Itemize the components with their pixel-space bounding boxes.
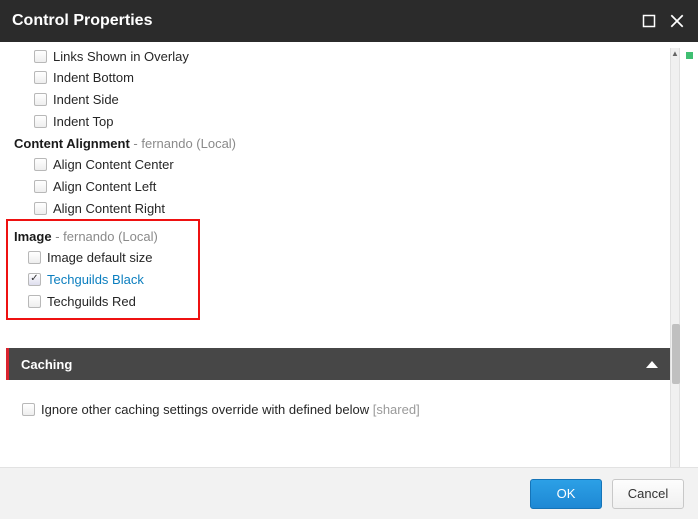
- image-option-row: Image default size: [8, 246, 198, 268]
- titlebar: Control Properties: [0, 0, 698, 42]
- checkbox[interactable]: [34, 202, 47, 215]
- content-alignment-option-row: Align Content Center: [6, 153, 670, 175]
- caching-header[interactable]: Caching: [6, 348, 670, 380]
- checkbox[interactable]: [22, 403, 35, 416]
- content-alignment-list: Align Content Center Align Content Left Al…: [6, 153, 670, 219]
- content-alignment-option-row: Align Content Left: [6, 175, 670, 197]
- caching-body: Ignore other caching settings override w…: [6, 380, 670, 460]
- scrollbar-vertical[interactable]: ▲ ▼: [670, 48, 680, 488]
- scroll-thumb[interactable]: [672, 324, 680, 384]
- chevron-up-icon: [646, 361, 658, 368]
- image-option-label: Techguilds Red: [47, 294, 136, 309]
- styling-option-label: Links Shown in Overlay: [53, 49, 189, 64]
- caching-title: Caching: [21, 357, 72, 372]
- caching-option-suffix: [shared]: [373, 402, 420, 417]
- styling-indent-group: Indent Bottom Indent Side Indent Top: [6, 66, 670, 132]
- scroll-pane: Links Shown in Overlay Indent BottomInde…: [6, 48, 670, 460]
- dialog-footer: OK Cancel: [0, 467, 698, 519]
- content-alignment-option-label: Align Content Center: [53, 157, 174, 172]
- checkbox[interactable]: [28, 251, 41, 264]
- styling-option-row: Indent Bottom: [6, 66, 670, 88]
- group-title: Image: [14, 229, 52, 244]
- content-alignment-option-label: Align Content Left: [53, 179, 156, 194]
- checkbox[interactable]: [34, 50, 47, 63]
- caching-option-label: Ignore other caching settings override w…: [41, 402, 420, 417]
- scroll-up-icon[interactable]: ▲: [670, 48, 680, 58]
- checkbox[interactable]: [34, 71, 47, 84]
- styling-option-label: Indent Bottom: [53, 70, 134, 85]
- image-heading: Image - fernando (Local): [8, 225, 198, 246]
- checkbox[interactable]: [34, 115, 47, 128]
- content-alignment-heading: Content Alignment - fernando (Local): [6, 132, 670, 153]
- image-option-row: Techguilds Red: [8, 290, 198, 312]
- styling-option-row: Links Shown in Overlay: [6, 48, 670, 66]
- checkbox[interactable]: [34, 180, 47, 193]
- image-group-highlight: Image - fernando (Local) Image default s…: [6, 219, 200, 320]
- image-option-label[interactable]: Techguilds Black: [47, 272, 144, 287]
- content-alignment-option-label: Align Content Right: [53, 201, 165, 216]
- styling-option-label: Indent Top: [53, 114, 113, 129]
- image-option-row: Techguilds Black: [8, 268, 198, 290]
- checkbox[interactable]: [34, 158, 47, 171]
- ok-button[interactable]: OK: [530, 479, 602, 509]
- dialog-title: Control Properties: [12, 12, 152, 30]
- image-option-label: Image default size: [47, 250, 153, 265]
- cancel-button[interactable]: Cancel: [612, 479, 684, 509]
- dialog-content: Links Shown in Overlay Indent BottomInde…: [0, 42, 698, 467]
- group-title: Content Alignment: [14, 136, 130, 151]
- styling-option-label: Indent Side: [53, 92, 119, 107]
- caching-option-row: Ignore other caching settings override w…: [16, 398, 660, 420]
- image-options-list: Image default size Techguilds Black Techgu…: [8, 246, 198, 312]
- status-indicator-icon: [686, 52, 693, 59]
- styling-option-row: Indent Top: [6, 110, 670, 132]
- maximize-icon[interactable]: [640, 12, 658, 30]
- caching-section: Caching Ignore other caching settings ov…: [6, 348, 670, 460]
- caching-option-text: Ignore other caching settings override w…: [41, 402, 369, 417]
- styling-option-row: Indent Side: [6, 88, 670, 110]
- group-scope: - fernando (Local): [133, 136, 236, 151]
- content-alignment-option-row: Align Content Right: [6, 197, 670, 219]
- window-controls: [640, 12, 686, 30]
- checkbox[interactable]: [28, 295, 41, 308]
- close-icon[interactable]: [668, 12, 686, 30]
- checkbox[interactable]: [28, 273, 41, 286]
- checkbox[interactable]: [34, 93, 47, 106]
- group-scope: - fernando (Local): [55, 229, 158, 244]
